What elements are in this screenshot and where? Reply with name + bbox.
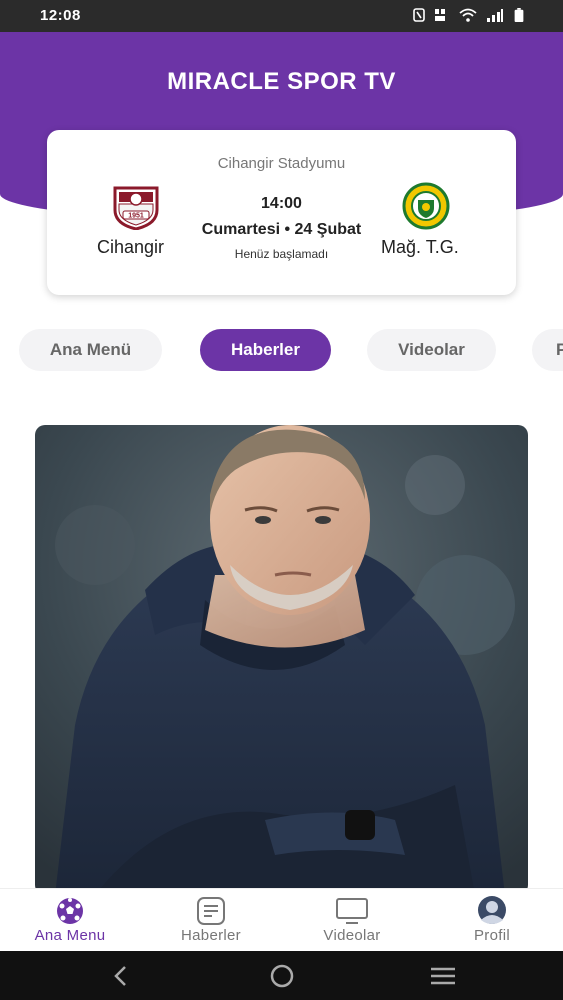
battery-icon [514, 8, 524, 22]
app-title: MIRACLE SPOR TV [167, 68, 396, 95]
recents-icon[interactable] [428, 963, 458, 989]
status-time: 12:08 [40, 7, 81, 24]
nav-label: Ana Menu [34, 927, 106, 944]
tab-partial[interactable]: P [532, 329, 563, 371]
away-team-crest-icon [402, 182, 450, 230]
user-avatar-icon [478, 896, 506, 924]
home-crest-year: 1951 [128, 213, 144, 220]
nav-ana-menu[interactable]: Ana Menu [10, 889, 130, 952]
nfc-icon [413, 8, 425, 22]
match-venue: Cihangir Stadyumu [217, 155, 346, 172]
status-icons [413, 8, 525, 22]
soccer-ball-icon [57, 898, 83, 924]
tab-haberler[interactable]: Haberler [200, 329, 331, 371]
wifi-icon [459, 8, 477, 22]
nav-profil[interactable]: Profil [432, 889, 552, 952]
volte-icon [435, 9, 445, 21]
system-navigation-bar [0, 951, 563, 1000]
back-icon[interactable] [106, 963, 136, 989]
status-bar: 12:08 [0, 0, 563, 32]
signal-icon [487, 9, 503, 22]
nav-label: Videolar [323, 927, 381, 944]
nav-label: Profil [474, 927, 510, 944]
news-icon [197, 897, 225, 925]
nav-haberler[interactable]: Haberler [151, 889, 271, 952]
tab-ana-menu[interactable]: Ana Menü [19, 329, 162, 371]
match-card[interactable]: Cihangir Stadyumu 1951 Cihangir 14:00 Cu… [47, 130, 516, 295]
category-tabs: Ana Menü Haberler Videolar P [0, 329, 563, 373]
monitor-icon [336, 898, 368, 924]
away-team-name: Mağ. T.G. [381, 237, 459, 257]
news-photo [35, 425, 528, 895]
nav-label: Haberler [181, 927, 241, 944]
nav-videolar[interactable]: Videolar [292, 889, 412, 952]
tab-videolar[interactable]: Videolar [367, 329, 496, 371]
home-icon[interactable] [267, 963, 297, 989]
news-article-image[interactable] [35, 425, 528, 895]
bottom-navigation: Ana Menu Haberler Videolar Profil [0, 888, 563, 951]
